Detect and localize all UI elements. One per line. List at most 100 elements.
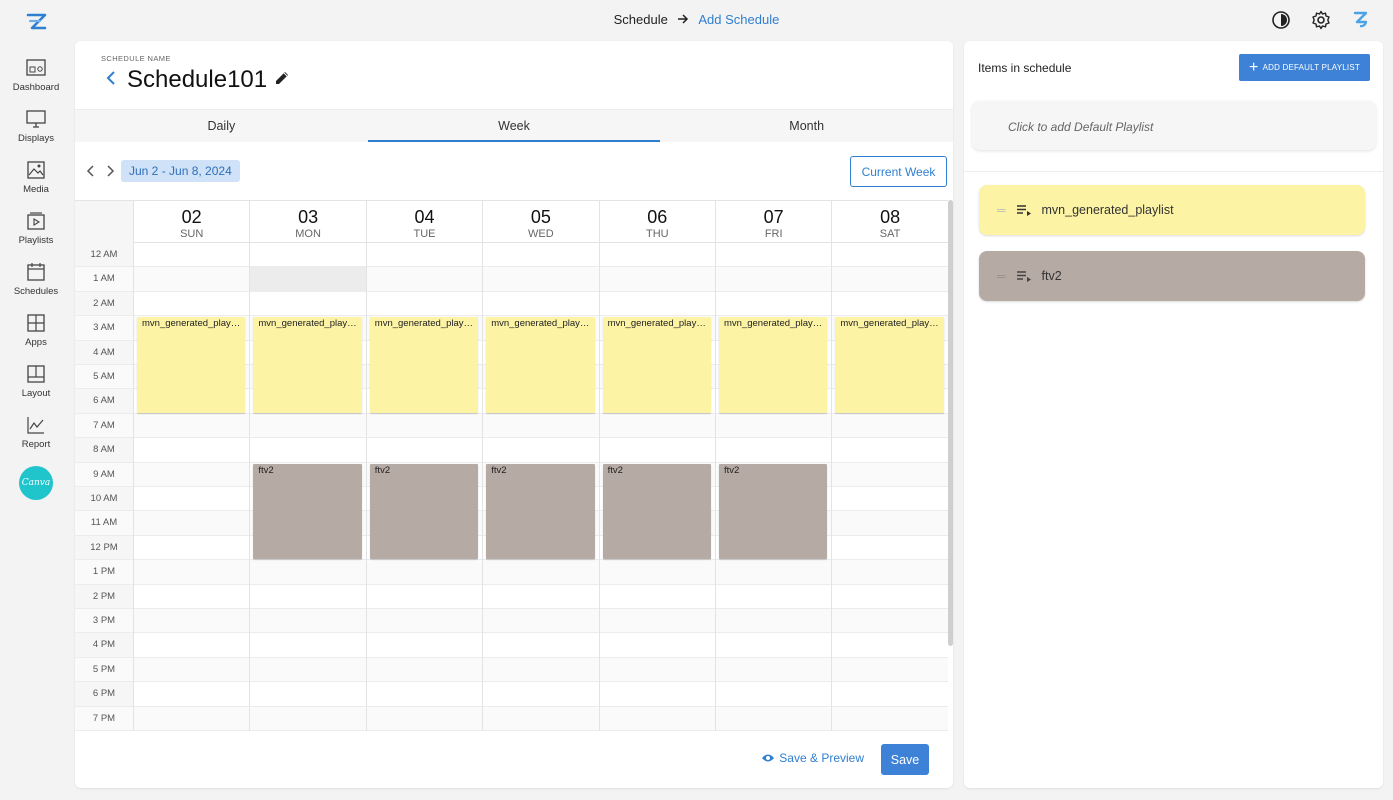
gear-icon[interactable] (1309, 8, 1333, 32)
playlist-item-mvn[interactable]: ═ mvn_generated_playlist (979, 185, 1365, 235)
day-header[interactable]: 07 FRI (715, 201, 831, 243)
day-number: 02 (181, 207, 202, 227)
schedule-event[interactable]: mvn_generated_playlist (835, 317, 944, 413)
day-header[interactable]: 08 SAT (831, 201, 947, 243)
calendar-scrollbar[interactable] (948, 200, 953, 646)
header-gutter (75, 201, 133, 243)
chevron-right-icon[interactable] (105, 164, 115, 181)
schedule-event[interactable]: mvn_generated_playlist (253, 317, 362, 413)
chevron-left-icon[interactable] (86, 164, 96, 181)
schedule-event[interactable]: ftv2 (253, 463, 362, 560)
divider (964, 171, 1383, 172)
hour-row[interactable] (75, 609, 948, 634)
calendar-header: 02 SUN 03 MON 04 TUE 05 WED 06 THU 07 FRI 08 SAT (75, 201, 948, 243)
user-logo-icon[interactable] (1349, 8, 1373, 32)
hour-row[interactable] (75, 413, 948, 439)
breadcrumb: Schedule Add Schedule (0, 12, 1393, 27)
schedule-event[interactable]: mvn_generated_playlist (602, 317, 711, 413)
playlist-item-ftv2[interactable]: ═ ftv2 (979, 251, 1365, 301)
sidebar-item-apps[interactable]: Apps (0, 307, 72, 358)
day-header[interactable]: 04 TUE (365, 201, 482, 243)
column-divider (249, 243, 251, 731)
sidebar-item-label: Apps (25, 337, 47, 348)
sidebar-item-media[interactable]: Media (0, 154, 72, 205)
hour-row[interactable] (75, 657, 948, 683)
day-of-week: MON (295, 228, 321, 240)
tab-daily[interactable]: Daily (75, 110, 368, 142)
schedule-event[interactable]: mvn_generated_playlist (137, 317, 246, 413)
sidebar-item-label: Media (23, 184, 49, 195)
hour-label: 2 AM (93, 297, 115, 309)
add-default-playlist-button[interactable]: + ADD DEFAULT PLAYLIST (1239, 54, 1370, 81)
day-of-week: SUN (180, 228, 204, 240)
hour-row[interactable] (75, 292, 948, 317)
default-playlist-dropzone[interactable]: Click to add Default Playlist (972, 101, 1376, 150)
hour-row[interactable] (75, 633, 948, 658)
layout-icon (27, 365, 45, 383)
hour-row[interactable] (75, 267, 948, 292)
sidebar-item-label: Playlists (18, 235, 54, 246)
canva-logo: Canva (21, 478, 51, 488)
tab-month[interactable]: Month (660, 110, 953, 142)
day-header[interactable]: 03 MON (249, 201, 365, 243)
back-chevron-icon[interactable] (105, 69, 121, 92)
column-divider (365, 243, 367, 731)
monitor-icon (26, 110, 46, 128)
eye-icon (762, 754, 775, 762)
save-preview-label: Save & Preview (779, 751, 864, 765)
save-button[interactable]: Save (881, 744, 929, 775)
sidebar-item-dashboard[interactable]: Dashboard (0, 52, 72, 103)
column-divider (133, 243, 134, 731)
sidebar-item-playlists[interactable]: Playlists (0, 205, 72, 256)
edit-pencil-icon[interactable] (273, 69, 291, 92)
hour-row[interactable] (75, 243, 948, 268)
save-preview-button[interactable]: Save & Preview (761, 751, 864, 765)
hour-label: 10 AM (90, 493, 118, 504)
drag-handle-icon[interactable]: ═ (997, 203, 1006, 217)
sidebar-item-schedules[interactable]: Schedules (0, 256, 72, 307)
hour-row[interactable] (75, 706, 948, 731)
view-tabs: Daily Week Month (75, 109, 953, 142)
breadcrumb-schedule[interactable]: Schedule (614, 12, 668, 27)
schedule-event[interactable]: ftv2 (486, 463, 595, 560)
hour-label: 4 PM (92, 639, 116, 651)
hour-label: 9 AM (93, 468, 115, 480)
playlist-icon (27, 212, 45, 230)
day-header[interactable]: 06 THU (598, 201, 715, 243)
hour-label: 1 AM (93, 273, 115, 285)
sidebar-item-label: Dashboard (12, 82, 60, 93)
plus-icon: + (1249, 58, 1259, 76)
sidebar-item-label: Report (21, 439, 51, 450)
schedule-editor: SCHEDULE NAME Schedule101 Daily Week Mon… (75, 41, 953, 788)
schedule-event[interactable]: mvn_generated_playlist (719, 317, 828, 413)
day-header[interactable]: 02 SUN (133, 201, 249, 243)
day-number: 07 (763, 207, 784, 227)
schedule-event[interactable]: mvn_generated_playlist (369, 317, 479, 413)
selected-slot[interactable] (250, 267, 366, 291)
schedule-event[interactable]: ftv2 (369, 463, 479, 560)
canva-button[interactable]: Canva (19, 466, 53, 500)
schedule-event[interactable]: mvn_generated_playlist (486, 317, 595, 413)
tab-week[interactable]: Week (367, 110, 661, 142)
dashboard-icon (26, 59, 46, 76)
current-week-button[interactable]: Current Week (850, 156, 947, 187)
hour-label: 5 AM (93, 371, 115, 382)
sidebar-item-displays[interactable]: Displays (0, 103, 72, 154)
hour-row[interactable] (75, 682, 948, 707)
editor-footer: Save & Preview Save (75, 741, 953, 788)
brightness-icon[interactable] (1269, 8, 1293, 32)
date-range-badge[interactable]: Jun 2 - Jun 8, 2024 (121, 160, 240, 182)
items-title: Items in schedule (978, 61, 1072, 75)
schedule-event[interactable]: ftv2 (719, 463, 828, 560)
hour-row[interactable] (75, 560, 948, 585)
hour-label: 2 PM (92, 590, 116, 602)
day-number: 03 (298, 207, 319, 227)
drag-handle-icon[interactable]: ═ (997, 269, 1006, 283)
day-header[interactable]: 05 WED (482, 201, 598, 243)
hour-row[interactable] (75, 438, 948, 463)
hour-row[interactable] (75, 585, 948, 609)
schedule-name: Schedule101 (127, 66, 268, 93)
sidebar-item-report[interactable]: Report (0, 409, 72, 460)
sidebar-item-layout[interactable]: Layout (0, 358, 72, 409)
schedule-event[interactable]: ftv2 (602, 463, 711, 560)
